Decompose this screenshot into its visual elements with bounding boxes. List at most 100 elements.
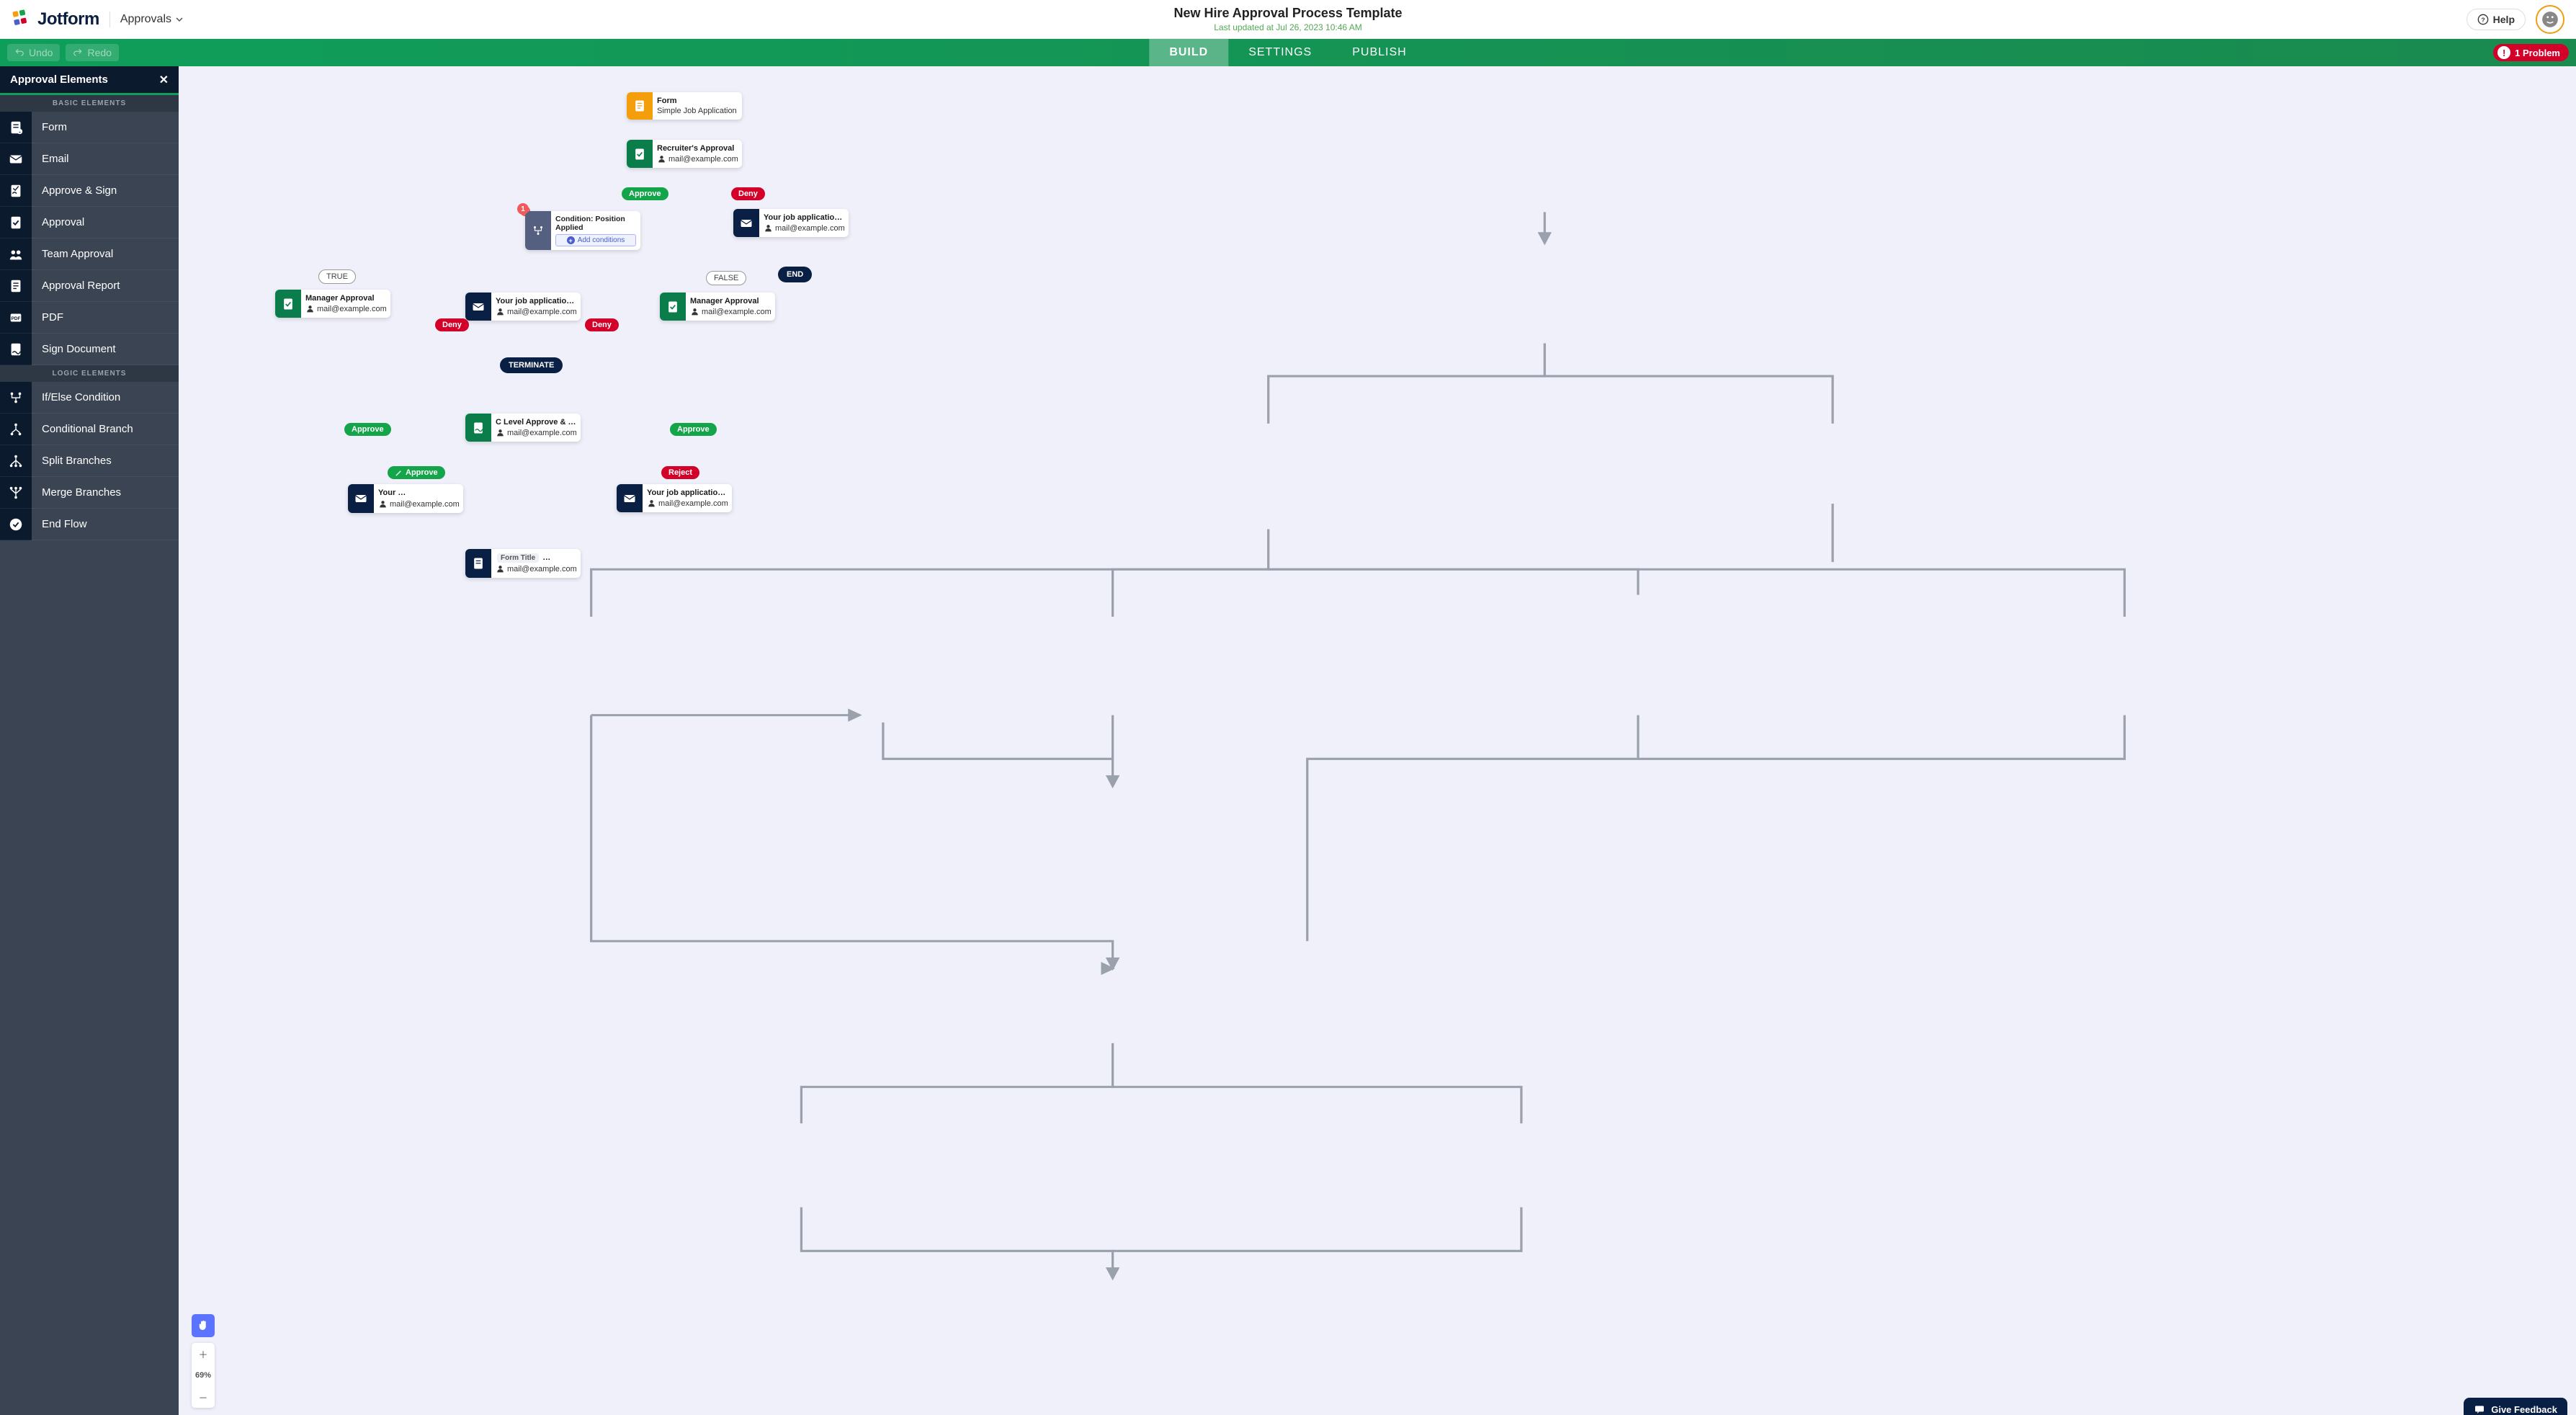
edge-label-approve[interactable]: Approve xyxy=(344,423,391,436)
help-icon: ? xyxy=(2477,14,2489,25)
element-approval-report[interactable]: Approval Report xyxy=(0,270,179,302)
help-button[interactable]: ? Help xyxy=(2467,9,2526,30)
flow-title[interactable]: New Hire Approval Process Template xyxy=(1173,6,1402,21)
zoom-out-button[interactable]: － xyxy=(192,1386,215,1408)
undo-button[interactable]: Undo xyxy=(7,44,60,61)
edge-label-reject[interactable]: Reject xyxy=(661,466,699,479)
node-subtitle: Simple Job Application Fo... xyxy=(657,107,738,115)
edge-label-false[interactable]: FALSE xyxy=(706,271,746,285)
redo-icon xyxy=(73,48,83,58)
element-label: Form xyxy=(32,112,179,143)
element-email[interactable]: Email xyxy=(0,143,179,175)
feedback-icon xyxy=(2474,1403,2485,1415)
problems-button[interactable]: ! 1 Problem xyxy=(2493,44,2569,61)
undo-icon xyxy=(14,48,24,58)
tab-settings[interactable]: SETTINGS xyxy=(1228,39,1332,66)
flow-canvas[interactable]: Form Simple Job Application Fo... Recrui… xyxy=(179,66,2576,1415)
element-sign-document[interactable]: Sign Document xyxy=(0,334,179,365)
logo[interactable]: Jotform xyxy=(12,9,99,30)
give-feedback-button[interactable]: Give Feedback xyxy=(2464,1398,2567,1415)
feedback-label: Give Feedback xyxy=(2491,1404,2557,1415)
node-subtitle: mail@example.com xyxy=(305,304,386,313)
edge-label-deny[interactable]: Deny xyxy=(435,318,469,331)
redo-button[interactable]: Redo xyxy=(66,44,118,61)
add-condition-button[interactable]: +Add conditions xyxy=(555,234,636,246)
element-icon xyxy=(0,175,32,207)
node-email-deny[interactable]: Your job application has been... mail@ex… xyxy=(733,209,849,237)
edge-label-approve[interactable]: Approve xyxy=(622,187,668,200)
element-icon xyxy=(0,509,32,540)
node-title: Your Position Applied app... xyxy=(378,488,459,498)
element-icon xyxy=(0,445,32,477)
node-title: Manager Approval xyxy=(305,294,386,303)
node-condition[interactable]: 1 Condition: Position Applied +Add condi… xyxy=(523,209,527,213)
product-dropdown-label: Approvals xyxy=(120,13,171,26)
element-label: Sign Document xyxy=(32,334,179,365)
element-label: Approval Report xyxy=(32,270,179,302)
element-end-flow[interactable]: End Flow xyxy=(0,509,179,540)
tab-build[interactable]: BUILD xyxy=(1149,39,1228,66)
node-manager-approval-right[interactable]: Manager Approval mail@example.com xyxy=(660,293,775,321)
element-label: Approve & Sign xyxy=(32,175,179,207)
person-icon xyxy=(647,499,656,508)
end-node[interactable]: END xyxy=(778,267,812,282)
variable-tag: Recruitment Re... xyxy=(544,553,576,563)
node-email-reject[interactable]: Your job application has been... mail@ex… xyxy=(617,484,732,512)
svg-text:PDF: PDF xyxy=(12,316,21,321)
element-approval[interactable]: Approval xyxy=(0,207,179,238)
terminate-node[interactable]: TERMINATE xyxy=(500,357,563,373)
node-email-approve[interactable]: Your Position Applied app... mail@exampl… xyxy=(348,484,463,513)
node-form[interactable]: Form Simple Job Application Fo... xyxy=(627,92,742,120)
edge-label-deny[interactable]: Deny xyxy=(731,187,765,200)
node-subtitle: mail@example.com xyxy=(496,428,576,437)
node-approval-report[interactable]: Form Title Recruitment Re... mail@exampl… xyxy=(465,549,581,578)
edge-label-approve-signed[interactable]: Approve xyxy=(388,466,445,479)
element-form[interactable]: + Form xyxy=(0,112,179,143)
node-recruiter-approval[interactable]: Recruiter's Approval mail@example.com xyxy=(627,140,742,168)
warning-icon: ! xyxy=(2497,46,2510,59)
edge-label-deny[interactable]: Deny xyxy=(585,318,619,331)
node-subtitle: mail@example.com xyxy=(657,154,738,164)
person-icon xyxy=(496,564,505,573)
element-pdf[interactable]: PDFPDF xyxy=(0,302,179,334)
problems-label: 1 Problem xyxy=(2515,48,2560,58)
element-conditional-branch[interactable]: Conditional Branch xyxy=(0,414,179,445)
element-approve-sign[interactable]: Approve & Sign xyxy=(0,175,179,207)
connection-wires xyxy=(179,66,2576,1415)
element-split-branches[interactable]: Split Branches xyxy=(0,445,179,477)
element-team-approval[interactable]: Team Approval xyxy=(0,238,179,270)
zoom-level: 69% xyxy=(192,1365,215,1386)
approval-icon xyxy=(275,290,301,318)
node-title: Form xyxy=(657,97,738,105)
node-title: Manager Approval xyxy=(690,297,771,305)
element-icon xyxy=(0,334,32,365)
section-basic-header: BASIC ELEMENTS xyxy=(0,95,179,112)
tab-publish[interactable]: PUBLISH xyxy=(1332,39,1426,66)
edge-label-approve[interactable]: Approve xyxy=(670,423,717,436)
node-subtitle: mail@example.com xyxy=(378,499,459,509)
chevron-down-icon xyxy=(176,16,183,23)
zoom-in-button[interactable]: ＋ xyxy=(192,1343,215,1365)
person-icon xyxy=(496,428,505,437)
element-label: Split Branches xyxy=(32,445,179,477)
pan-tool-button[interactable] xyxy=(192,1314,215,1337)
element-icon xyxy=(0,207,32,238)
node-title: Your job application has been... xyxy=(647,488,728,497)
person-icon xyxy=(690,307,699,316)
panel-close-button[interactable]: ✕ xyxy=(159,73,169,87)
element-if-else-condition[interactable]: If/Else Condition xyxy=(0,382,179,414)
node-manager-approval-left[interactable]: Manager Approval mail@example.com xyxy=(275,290,390,318)
product-dropdown[interactable]: Approvals xyxy=(120,13,183,26)
user-avatar[interactable] xyxy=(2536,5,2564,34)
brand-name: Jotform xyxy=(37,9,99,30)
element-merge-branches[interactable]: Merge Branches xyxy=(0,477,179,509)
svg-text:+: + xyxy=(19,130,21,135)
variable-tag: Position Applied xyxy=(399,488,459,498)
element-icon xyxy=(0,382,32,414)
element-label: Team Approval xyxy=(32,238,179,270)
node-clevel-approve-sign[interactable]: C Level Approve & Sign mail@example.com xyxy=(465,414,581,442)
node-email-deny-true[interactable]: Your job application has been... mail@ex… xyxy=(465,293,581,321)
node-title: Recruiter's Approval xyxy=(657,144,738,153)
edge-label-true[interactable]: TRUE xyxy=(318,269,356,284)
person-icon xyxy=(496,307,505,316)
